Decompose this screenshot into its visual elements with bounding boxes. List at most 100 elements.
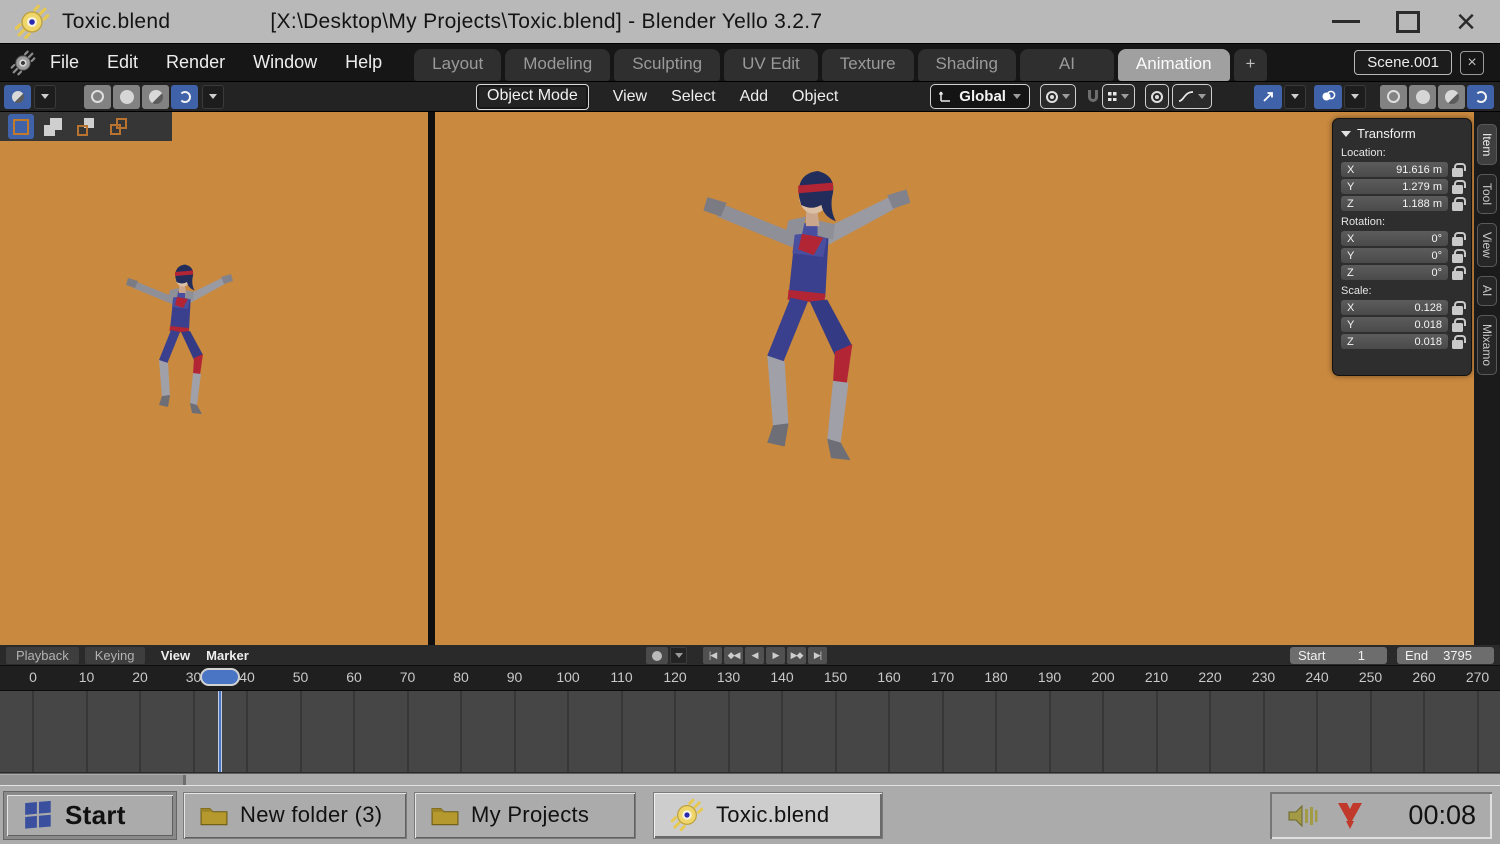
menu-file[interactable]: File <box>50 52 79 73</box>
lock-icon[interactable] <box>1452 317 1466 332</box>
menu-edit[interactable]: Edit <box>107 52 138 73</box>
lock-icon[interactable] <box>1452 231 1466 246</box>
lock-icon[interactable] <box>1452 196 1466 211</box>
character-left-viewport[interactable] <box>118 242 238 438</box>
show-overlays-icon[interactable] <box>1314 84 1342 109</box>
shading-rendered-icon[interactable] <box>1467 84 1494 109</box>
overlays-chevron-icon[interactable] <box>1344 84 1366 109</box>
mode-rotate-icon[interactable] <box>171 84 198 109</box>
pivot-point-dropdown[interactable] <box>1039 84 1076 109</box>
mode-chevron-icon[interactable] <box>202 84 224 109</box>
menu-render[interactable]: Render <box>166 52 225 73</box>
menu-object[interactable]: Object <box>792 88 838 106</box>
timeline-scrollbar[interactable] <box>0 773 1500 785</box>
start-button[interactable]: Start <box>3 790 177 840</box>
scene-name-field[interactable]: Scene.001 <box>1354 50 1452 75</box>
playback-dropdown[interactable]: Playback <box>6 646 79 664</box>
lock-icon[interactable] <box>1452 179 1466 194</box>
sidebar-tab-ai[interactable]: AI <box>1477 276 1497 306</box>
menu-window[interactable]: Window <box>253 52 317 73</box>
snap-settings-dropdown[interactable] <box>1101 84 1135 109</box>
lock-icon[interactable] <box>1452 265 1466 280</box>
character-right-viewport[interactable] <box>688 150 920 484</box>
taskbar-button-toxic-blend[interactable]: Toxic.blend <box>653 791 883 839</box>
menu-select[interactable]: Select <box>671 88 715 106</box>
add-workspace-button[interactable]: + <box>1233 49 1268 81</box>
timeline-track[interactable] <box>0 691 1500 773</box>
record-chevron-icon[interactable] <box>670 647 687 664</box>
rotation-z-field[interactable]: Z 0° <box>1341 265 1448 280</box>
playhead-handle[interactable] <box>200 668 241 686</box>
timeline-menu-view[interactable]: View <box>161 648 190 663</box>
rotation-y-field[interactable]: Y 0° <box>1341 248 1448 263</box>
scene-unlink-icon[interactable]: × <box>1460 50 1484 75</box>
tab-sculpting[interactable]: Sculpting <box>614 49 721 81</box>
minimize-icon[interactable] <box>1332 20 1361 23</box>
scale-y-field[interactable]: Y 0.018 <box>1341 317 1448 332</box>
sidebar-tab-view[interactable]: View <box>1477 223 1497 268</box>
lock-icon[interactable] <box>1452 334 1466 349</box>
viewport-divider[interactable] <box>428 112 435 645</box>
location-z-field[interactable]: Z 1.188 m <box>1341 196 1448 211</box>
close-icon[interactable]: × <box>1456 5 1476 39</box>
maximize-icon[interactable] <box>1396 10 1421 33</box>
show-gizmo-icon[interactable] <box>1254 84 1282 109</box>
lock-icon[interactable] <box>1452 300 1466 315</box>
taskbar-button-new-folder[interactable]: New folder (3) <box>183 791 407 839</box>
proportional-falloff-dropdown[interactable] <box>1171 84 1212 109</box>
end-frame-field[interactable]: End 3795 <box>1397 647 1494 664</box>
gizmo-chevron-icon[interactable] <box>1284 84 1306 109</box>
mode-circle-outline-icon[interactable] <box>84 84 111 109</box>
sidebar-tab-tool[interactable]: Tool <box>1477 174 1497 215</box>
menu-view[interactable]: View <box>613 88 647 106</box>
proportional-edit-icon[interactable] <box>1144 84 1169 109</box>
tab-texture[interactable]: Texture <box>821 49 914 81</box>
mode-circle-fill-icon[interactable] <box>113 84 140 109</box>
lock-icon[interactable] <box>1452 162 1466 177</box>
object-mode-selector[interactable]: Object Mode <box>476 83 589 110</box>
tab-modeling[interactable]: Modeling <box>505 49 611 81</box>
playhead-line[interactable] <box>218 691 223 772</box>
menu-add[interactable]: Add <box>740 88 768 106</box>
scale-x-field[interactable]: X 0.128 <box>1341 300 1448 315</box>
rotation-x-field[interactable]: X 0° <box>1341 231 1448 246</box>
sidebar-tab-item[interactable]: Item <box>1477 124 1497 166</box>
tab-layout[interactable]: Layout <box>414 49 502 81</box>
tab-shading[interactable]: Shading <box>917 49 1016 81</box>
editor-type-icon[interactable] <box>4 84 31 109</box>
start-frame-field[interactable]: Start 1 <box>1290 647 1387 664</box>
play-reverse-button[interactable]: ◀ <box>745 647 764 664</box>
keying-dropdown[interactable]: Keying <box>84 646 145 664</box>
select-box-invert-icon[interactable] <box>107 114 133 139</box>
shading-material-icon[interactable] <box>1438 84 1465 109</box>
mode-circle-half-icon[interactable] <box>142 84 169 109</box>
next-keyframe-button[interactable]: ▶◆ <box>787 647 806 664</box>
transform-orientation-dropdown[interactable]: Global <box>930 84 1030 109</box>
tab-ai[interactable]: AI <box>1019 49 1114 81</box>
shading-solid-icon[interactable] <box>1409 84 1436 109</box>
magnet-icon[interactable] <box>1086 88 1100 106</box>
prev-keyframe-button[interactable]: ◆◀ <box>724 647 743 664</box>
tab-uv-edit[interactable]: UV Edit <box>724 49 818 81</box>
menu-help[interactable]: Help <box>345 52 382 73</box>
location-x-field[interactable]: X 91.616 m <box>1341 162 1448 177</box>
tab-animation[interactable]: Animation <box>1117 49 1230 81</box>
blender-icon[interactable] <box>10 49 36 76</box>
shading-wireframe-icon[interactable] <box>1380 84 1407 109</box>
sidebar-tab-mixamo[interactable]: Mixamo <box>1477 314 1497 375</box>
timeline-menu-marker[interactable]: Marker <box>206 648 249 663</box>
select-box-extend-icon[interactable] <box>41 114 67 139</box>
editor-type-chevron-icon[interactable] <box>34 84 56 109</box>
viewport-area[interactable]: Transform Location: X 91.616 m Y 1.279 m… <box>0 112 1500 645</box>
transform-panel-header[interactable]: Transform <box>1341 126 1463 141</box>
antivirus-icon[interactable] <box>1336 801 1364 831</box>
location-y-field[interactable]: Y 1.279 m <box>1341 179 1448 194</box>
select-box-subtract-icon[interactable] <box>74 114 100 139</box>
jump-to-end-button[interactable]: ▶| <box>808 647 827 664</box>
play-button[interactable]: ▶ <box>766 647 785 664</box>
select-box-set-icon[interactable] <box>8 114 34 139</box>
timeline-scrollbar-thumb[interactable] <box>0 775 186 785</box>
jump-to-start-button[interactable]: |◀ <box>703 647 722 664</box>
frame-ruler[interactable]: 0 10 20 30 40 50 60 70 80 90 100 110 120 130 140 150 160… <box>0 666 1500 691</box>
taskbar-button-my-projects[interactable]: My Projects <box>414 791 636 839</box>
